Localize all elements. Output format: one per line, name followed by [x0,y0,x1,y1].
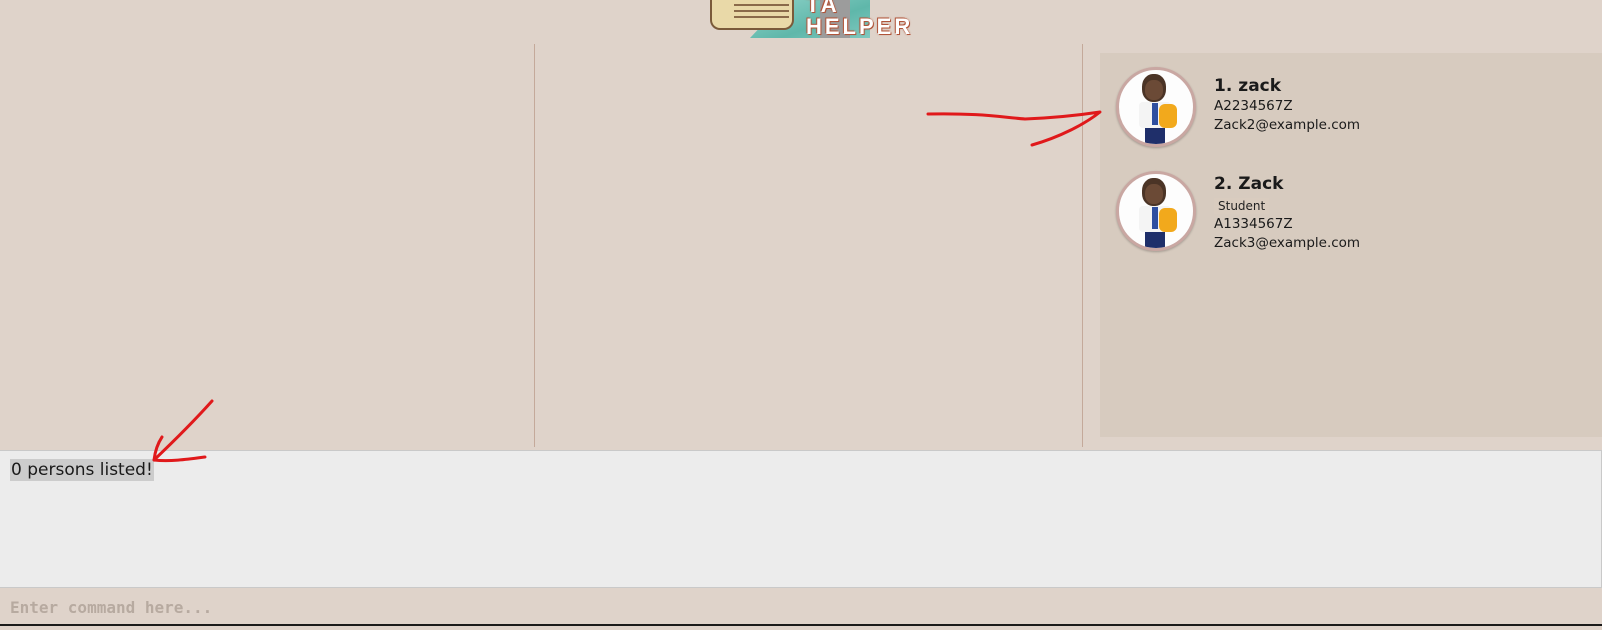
logo-title-bottom: HELPER [806,14,914,38]
person-name-row: 1. zack [1214,75,1360,97]
person-list-panel: 1. zack A2234567Z Zack2@example.com 2. Zac… [1100,53,1602,437]
student-avatar-icon [1116,67,1196,147]
result-display[interactable]: 0 persons listed! [0,450,1602,588]
person-name-row: 2. Zack [1214,173,1360,195]
person-card[interactable]: 1. zack A2234567Z Zack2@example.com [1116,67,1586,163]
person-index: 2. [1214,174,1233,194]
person-name: zack [1238,76,1282,96]
person-email: Zack3@example.com [1214,235,1361,251]
person-matric: A1334567Z [1214,216,1293,232]
person-index: 1. [1214,76,1233,96]
column-divider-left[interactable] [534,44,535,447]
person-matric: A2234567Z [1214,98,1293,114]
command-input[interactable] [0,590,1602,626]
person-tag: Student [1214,198,1270,214]
result-message: 0 persons listed! [10,459,154,481]
person-name: Zack [1238,174,1284,194]
app-logo: TA HELPER [700,0,922,38]
person-info: 1. zack A2234567Z Zack2@example.com [1214,75,1360,135]
student-avatar-icon [1116,171,1196,251]
annotation-arrow-right [926,110,1102,147]
column-divider-right[interactable] [1082,44,1083,447]
person-card[interactable]: 2. Zack Student A1334567Z Zack3@example.c… [1116,171,1586,267]
person-info: 2. Zack Student A1334567Z Zack3@example.c… [1214,173,1360,253]
book-icon [710,0,794,30]
logo-title: TA HELPER [806,0,913,38]
person-email: Zack2@example.com [1214,117,1361,133]
